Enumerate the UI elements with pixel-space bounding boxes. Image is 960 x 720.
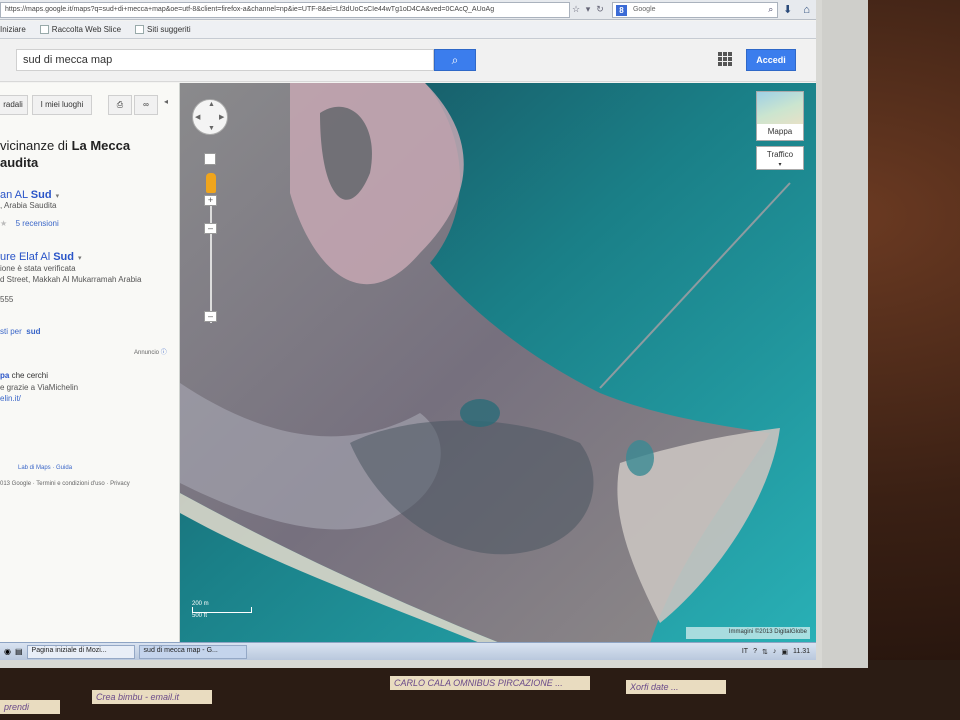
maps-footer-copyright[interactable]: 013 Google · Termini e condizioni d'uso … — [0, 481, 130, 487]
web-slice-icon — [39, 25, 49, 34]
result-name[interactable]: ure Elaf Al Sud — [0, 251, 74, 263]
page-icon — [135, 25, 145, 34]
more-results-link[interactable]: sti per sud — [0, 321, 40, 339]
print-icon: ⎙ — [116, 100, 124, 109]
volume-icon[interactable]: ♪ — [773, 648, 777, 655]
maps-header: sud di mecca map ⌕ Accedi — [0, 40, 816, 82]
link-button[interactable]: ∞ — [134, 95, 158, 115]
bookmark-item[interactable]: Iniziare — [0, 25, 26, 34]
bookmark-item[interactable]: Siti suggeriti — [135, 25, 191, 34]
help-icon[interactable]: ? — [753, 648, 757, 655]
dropdown-icon[interactable]: ▾ — [582, 4, 594, 15]
sponsored-label: Annuncio ⓘ — [134, 350, 167, 356]
pan-control[interactable]: ▲ ◀ ▶ ▼ — [192, 99, 228, 135]
satellite-map[interactable]: ▲ ◀ ▶ ▼ + – – Mappa Traffico ▾ 200 m 500… — [180, 83, 816, 643]
chevron-down-icon: ▾ — [778, 162, 782, 168]
sticky-note: prendi — [0, 700, 60, 714]
result-verified: ione è stata verificata — [0, 264, 76, 273]
title-prefix: vicinanze di — [0, 138, 68, 153]
zoom-slider-track[interactable] — [210, 203, 212, 323]
result-address: d Street, Makkah Al Mukarramah Arabia — [0, 275, 142, 284]
home-icon[interactable]: ⌂ — [797, 4, 816, 16]
screen: https://maps.google.it/maps?q=sud+di+mec… — [0, 0, 816, 660]
reviews-link[interactable]: 5 recensioni — [16, 219, 59, 228]
pan-right-icon[interactable]: ▶ — [219, 113, 224, 121]
result-rating: ★ 5 recensioni — [0, 213, 59, 231]
link-icon: ∞ — [143, 100, 149, 109]
sticky-note: Crea bimbu - email.it — [92, 690, 212, 704]
map-thumbnail — [757, 92, 803, 124]
map-scale: 200 m 500 ft — [192, 601, 252, 619]
taskbar-window[interactable]: Pagina iniziale di Mozi... — [26, 644, 135, 659]
zoom-in-button[interactable]: + — [204, 195, 217, 206]
title-city: La Mecca — [71, 138, 131, 153]
bookmark-star-icon[interactable]: ☆ — [570, 4, 582, 15]
google-icon: 8 — [615, 4, 627, 16]
bookmarks-toolbar: Iniziare Raccolta Web Slice Siti suggeri… — [0, 21, 816, 39]
shield-icon[interactable]: ▣ — [781, 648, 788, 656]
system-tray: IT ? ⇅ ♪ ▣ 11.31 — [737, 648, 816, 656]
result-item[interactable]: ure Elaf Al Sud ▾ — [0, 247, 82, 265]
bookmark-label: Raccolta Web Slice — [51, 25, 122, 34]
download-icon[interactable]: ⬇ — [778, 3, 797, 16]
browser-toolbar: https://maps.google.it/maps?q=sud+di+mec… — [0, 0, 816, 20]
pan-left-icon[interactable]: ◀ — [195, 113, 200, 121]
firefox-icon[interactable]: ◉ — [4, 647, 11, 656]
maps-footer-links[interactable]: Lab di Maps · Guida — [18, 465, 72, 471]
signin-button[interactable]: Accedi — [746, 49, 796, 71]
chevron-down-icon[interactable]: ▾ — [78, 255, 82, 262]
ad-url[interactable]: elin.it/ — [0, 394, 21, 403]
address-bar[interactable]: https://maps.google.it/maps?q=sud+di+mec… — [0, 1, 570, 18]
reload-icon[interactable]: ↻ — [594, 4, 606, 15]
street-view-toggle[interactable] — [204, 153, 216, 165]
scale-imperial: 500 ft — [192, 613, 208, 619]
search-icon: ⌕ — [451, 53, 459, 67]
map-type-label: Mappa — [767, 127, 793, 136]
explorer-icon[interactable]: ▤ — [15, 647, 23, 656]
bookmark-label: Iniziare — [0, 25, 26, 34]
imagery-credit: Immagini ©2013 DigitalGlobe — [686, 627, 810, 639]
network-icon[interactable]: ⇅ — [762, 648, 768, 656]
results-panel: radali I miei luoghi ⎙ ∞ ◂ vicinanze di … — [0, 83, 180, 643]
taskbar-window-active[interactable]: sud di mecca map - G... — [138, 644, 247, 659]
windows-taskbar: ◉ ▤ Pagina iniziale di Mozi... sud di me… — [0, 642, 816, 660]
collapse-panel-icon[interactable]: ◂ — [164, 97, 168, 106]
sticky-note: CARLO CALA OMNIBUS PIRCAZIONE ... — [390, 676, 590, 690]
result-phone: 555 — [0, 295, 14, 304]
satellite-imagery — [180, 83, 816, 643]
language-indicator[interactable]: IT — [742, 648, 748, 655]
pegman-icon[interactable] — [206, 173, 216, 193]
clock[interactable]: 11.31 — [793, 648, 810, 655]
zoom-out-button[interactable]: – — [204, 311, 217, 322]
search-engine-label: Google — [632, 5, 656, 13]
bookmark-label: Siti suggeriti — [147, 25, 191, 34]
my-places-button[interactable]: I miei luoghi — [32, 95, 92, 115]
map-type-button[interactable]: Mappa — [756, 91, 804, 141]
maps-search-input[interactable]: sud di mecca map — [16, 49, 434, 71]
desk-area: prendi Crea bimbu - email.it CARLO CALA … — [0, 660, 960, 720]
directions-button[interactable]: radali — [0, 95, 28, 115]
search-icon[interactable]: ⌕ — [768, 4, 773, 15]
traffic-label: Traffico — [766, 150, 794, 159]
result-name[interactable]: an AL Sud — [0, 189, 52, 201]
result-address: , Arabia Saudita — [0, 201, 57, 210]
apps-grid-icon[interactable] — [718, 52, 732, 66]
chevron-down-icon[interactable]: ▾ — [56, 193, 60, 200]
ad-text: e grazie a ViaMichelin — [0, 383, 79, 392]
bookmark-item[interactable]: Raccolta Web Slice — [39, 25, 122, 34]
print-button[interactable]: ⎙ — [108, 95, 132, 115]
maps-search-button[interactable]: ⌕ — [434, 49, 476, 71]
results-title: vicinanze di La Mecca audita — [0, 137, 175, 171]
zoom-slider-handle[interactable]: – — [204, 223, 217, 234]
info-icon[interactable]: ⓘ — [161, 350, 167, 356]
monitor-bezel: https://maps.google.it/maps?q=sud+di+mec… — [0, 0, 868, 668]
traffic-layer-button[interactable]: Traffico ▾ — [756, 146, 804, 170]
star-icon: ★ — [0, 219, 8, 228]
sticky-note: Xorfi date ... — [626, 680, 726, 694]
ad-line[interactable]: pa che cerchi — [0, 371, 48, 380]
title-country: audita — [0, 155, 39, 170]
pan-up-icon[interactable]: ▲ — [208, 101, 215, 108]
browser-search-field[interactable]: 8 Google ⌕ — [611, 1, 779, 18]
pan-down-icon[interactable]: ▼ — [208, 125, 215, 132]
